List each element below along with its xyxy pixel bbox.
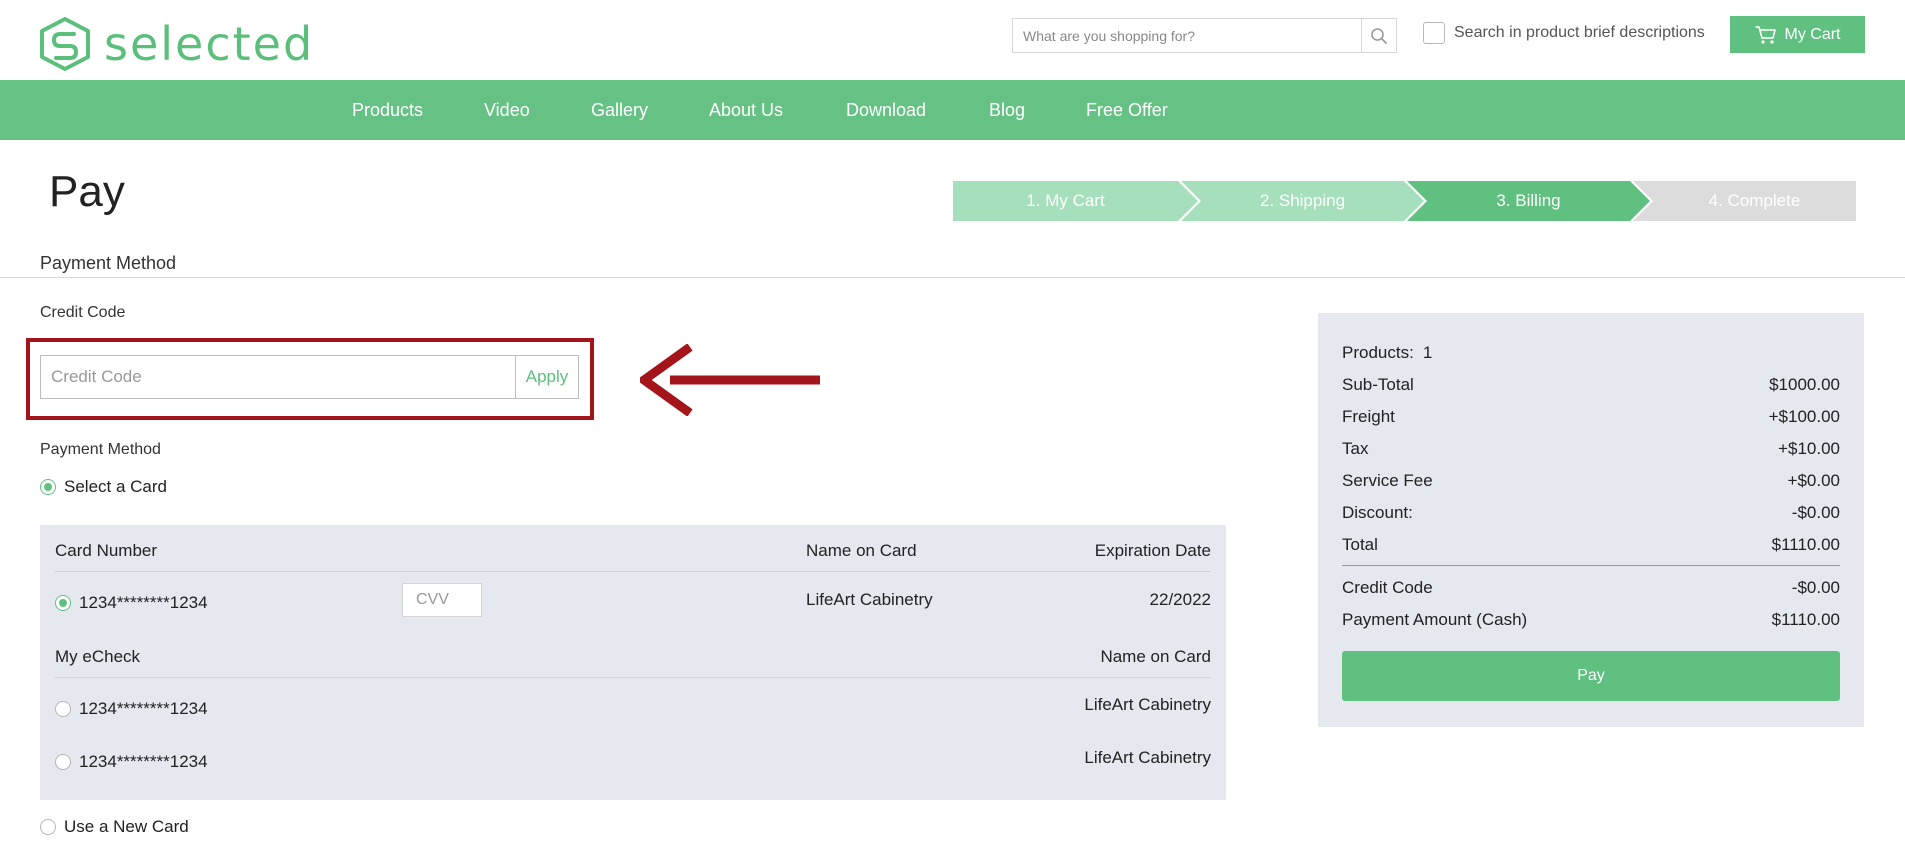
summary-value: -$0.00 — [1791, 503, 1840, 522]
card-number: 1234********1234 — [79, 593, 208, 612]
summary-label: Freight — [1342, 407, 1395, 426]
payment-method-label: Payment Method — [40, 441, 161, 458]
main-nav: Products Video Gallery About Us Download… — [0, 80, 1905, 140]
products-label: Products: — [1342, 343, 1414, 362]
summary-label: Discount: — [1342, 503, 1413, 522]
step-my-cart[interactable]: 1. My Cart — [953, 181, 1178, 221]
echeck-radio[interactable] — [55, 754, 71, 770]
search-icon — [1371, 27, 1387, 44]
page-title: Pay — [49, 167, 125, 216]
nav-item-about-us[interactable]: About Us — [709, 100, 783, 121]
summary-value: +$0.00 — [1787, 471, 1840, 490]
summary-value: $1110.00 — [1771, 610, 1840, 629]
card-panel: Card Number Name on Card Expiration Date… — [40, 525, 1226, 800]
search-bar — [1012, 18, 1397, 53]
card-number-header: Card Number — [55, 541, 158, 560]
summary-row-subtotal: Sub-Total $1000.00 — [1342, 375, 1840, 395]
summary-row-credit-code: Credit Code -$0.00 — [1342, 578, 1840, 598]
pay-button[interactable]: Pay — [1342, 651, 1840, 701]
select-card-label: Select a Card — [64, 477, 167, 496]
echeck-header-divider — [55, 677, 1211, 678]
arrow-left-icon — [640, 344, 820, 416]
search-button[interactable] — [1361, 19, 1396, 52]
step-shipping[interactable]: 2. Shipping — [1201, 181, 1404, 221]
nav-item-gallery[interactable]: Gallery — [591, 100, 648, 121]
echeck-name: LifeArt Cabinetry — [1084, 695, 1211, 714]
summary-label: Total — [1342, 535, 1378, 554]
nav-item-blog[interactable]: Blog — [989, 100, 1025, 121]
credit-code-label: Credit Code — [40, 304, 126, 321]
summary-label: Credit Code — [1342, 578, 1433, 597]
credit-code-input[interactable] — [41, 356, 515, 398]
nav-item-free-offer[interactable]: Free Offer — [1086, 100, 1168, 121]
summary-row-total: Total $1110.00 — [1342, 535, 1840, 555]
summary-row-service-fee: Service Fee +$0.00 — [1342, 471, 1840, 491]
logo-mark-icon — [40, 17, 90, 71]
brief-search-label: Search in product brief descriptions — [1454, 24, 1705, 41]
echeck-name: LifeArt Cabinetry — [1084, 748, 1211, 767]
apply-button[interactable]: Apply — [515, 356, 578, 398]
step-billing: 3. Billing — [1496, 191, 1561, 210]
search-input[interactable] — [1013, 19, 1361, 52]
card-radio[interactable] — [55, 595, 71, 611]
summary-row-freight: Freight +$100.00 — [1342, 407, 1840, 427]
expiration-date-header: Expiration Date — [1094, 541, 1211, 560]
summary-value: +$10.00 — [1778, 439, 1840, 458]
summary-label: Sub-Total — [1342, 375, 1414, 394]
new-card-option[interactable]: Use a New Card — [40, 817, 189, 837]
summary-value: $1000.00 — [1769, 375, 1840, 394]
echeck-header: My eCheck — [55, 647, 141, 666]
card-header-divider — [55, 571, 1211, 572]
cvv-input[interactable]: CVV — [402, 583, 482, 617]
credit-code-field: Apply — [40, 355, 579, 399]
select-card-radio[interactable] — [40, 479, 56, 495]
header: selected Search in product brief descrip… — [0, 0, 1905, 80]
summary-value: $1110.00 — [1771, 535, 1840, 554]
logo[interactable]: selected — [38, 16, 314, 72]
step-complete: 4. Complete — [1708, 191, 1801, 210]
summary-row-payment-amount: Payment Amount (Cash) $1110.00 — [1342, 610, 1840, 630]
echeck-row[interactable]: 1234********1234 — [55, 699, 208, 719]
nav-item-video[interactable]: Video — [484, 100, 530, 121]
card-expiration: 22/2022 — [1149, 590, 1211, 609]
products-count: 1 — [1422, 343, 1433, 362]
summary-row-tax: Tax +$10.00 — [1342, 439, 1840, 459]
brief-search-checkbox[interactable] — [1423, 22, 1445, 44]
summary-divider — [1342, 565, 1840, 566]
section-divider — [0, 277, 1905, 278]
logo-text: selected — [104, 17, 315, 71]
nav-item-download[interactable]: Download — [846, 100, 926, 121]
echeck-row[interactable]: 1234********1234 — [55, 752, 208, 772]
new-card-radio[interactable] — [40, 819, 56, 835]
brief-search-option[interactable]: Search in product brief descriptions — [1423, 22, 1705, 44]
echeck-name-header: Name on Card — [1100, 647, 1211, 666]
products-count-row: Products: 1 — [1342, 343, 1840, 363]
checkout-steps: 1. My Cart 2. Shipping 3. Billing 4. Com… — [953, 181, 1856, 221]
summary-label: Service Fee — [1342, 471, 1433, 490]
summary-value: +$100.00 — [1768, 407, 1840, 426]
echeck-radio[interactable] — [55, 701, 71, 717]
order-summary: Products: 1 Sub-Total $1000.00 Freight +… — [1318, 313, 1864, 727]
summary-label: Payment Amount (Cash) — [1342, 610, 1528, 629]
cart-icon — [1754, 25, 1776, 44]
name-on-card-header: Name on Card — [806, 541, 917, 560]
echeck-number: 1234********1234 — [79, 752, 208, 771]
select-card-option[interactable]: Select a Card — [40, 477, 167, 497]
my-cart-button[interactable]: My Cart — [1730, 16, 1865, 53]
card-row[interactable]: 1234********1234 — [55, 593, 208, 613]
summary-value: -$0.00 — [1791, 578, 1840, 597]
summary-label: Tax — [1342, 439, 1369, 458]
new-card-label: Use a New Card — [64, 817, 189, 836]
section-title: Payment Method — [40, 253, 177, 273]
card-name: LifeArt Cabinetry — [806, 590, 933, 609]
nav-item-products[interactable]: Products — [352, 100, 423, 121]
summary-row-discount: Discount: -$0.00 — [1342, 503, 1840, 523]
echeck-number: 1234********1234 — [79, 699, 208, 718]
my-cart-label: My Cart — [1784, 25, 1841, 43]
